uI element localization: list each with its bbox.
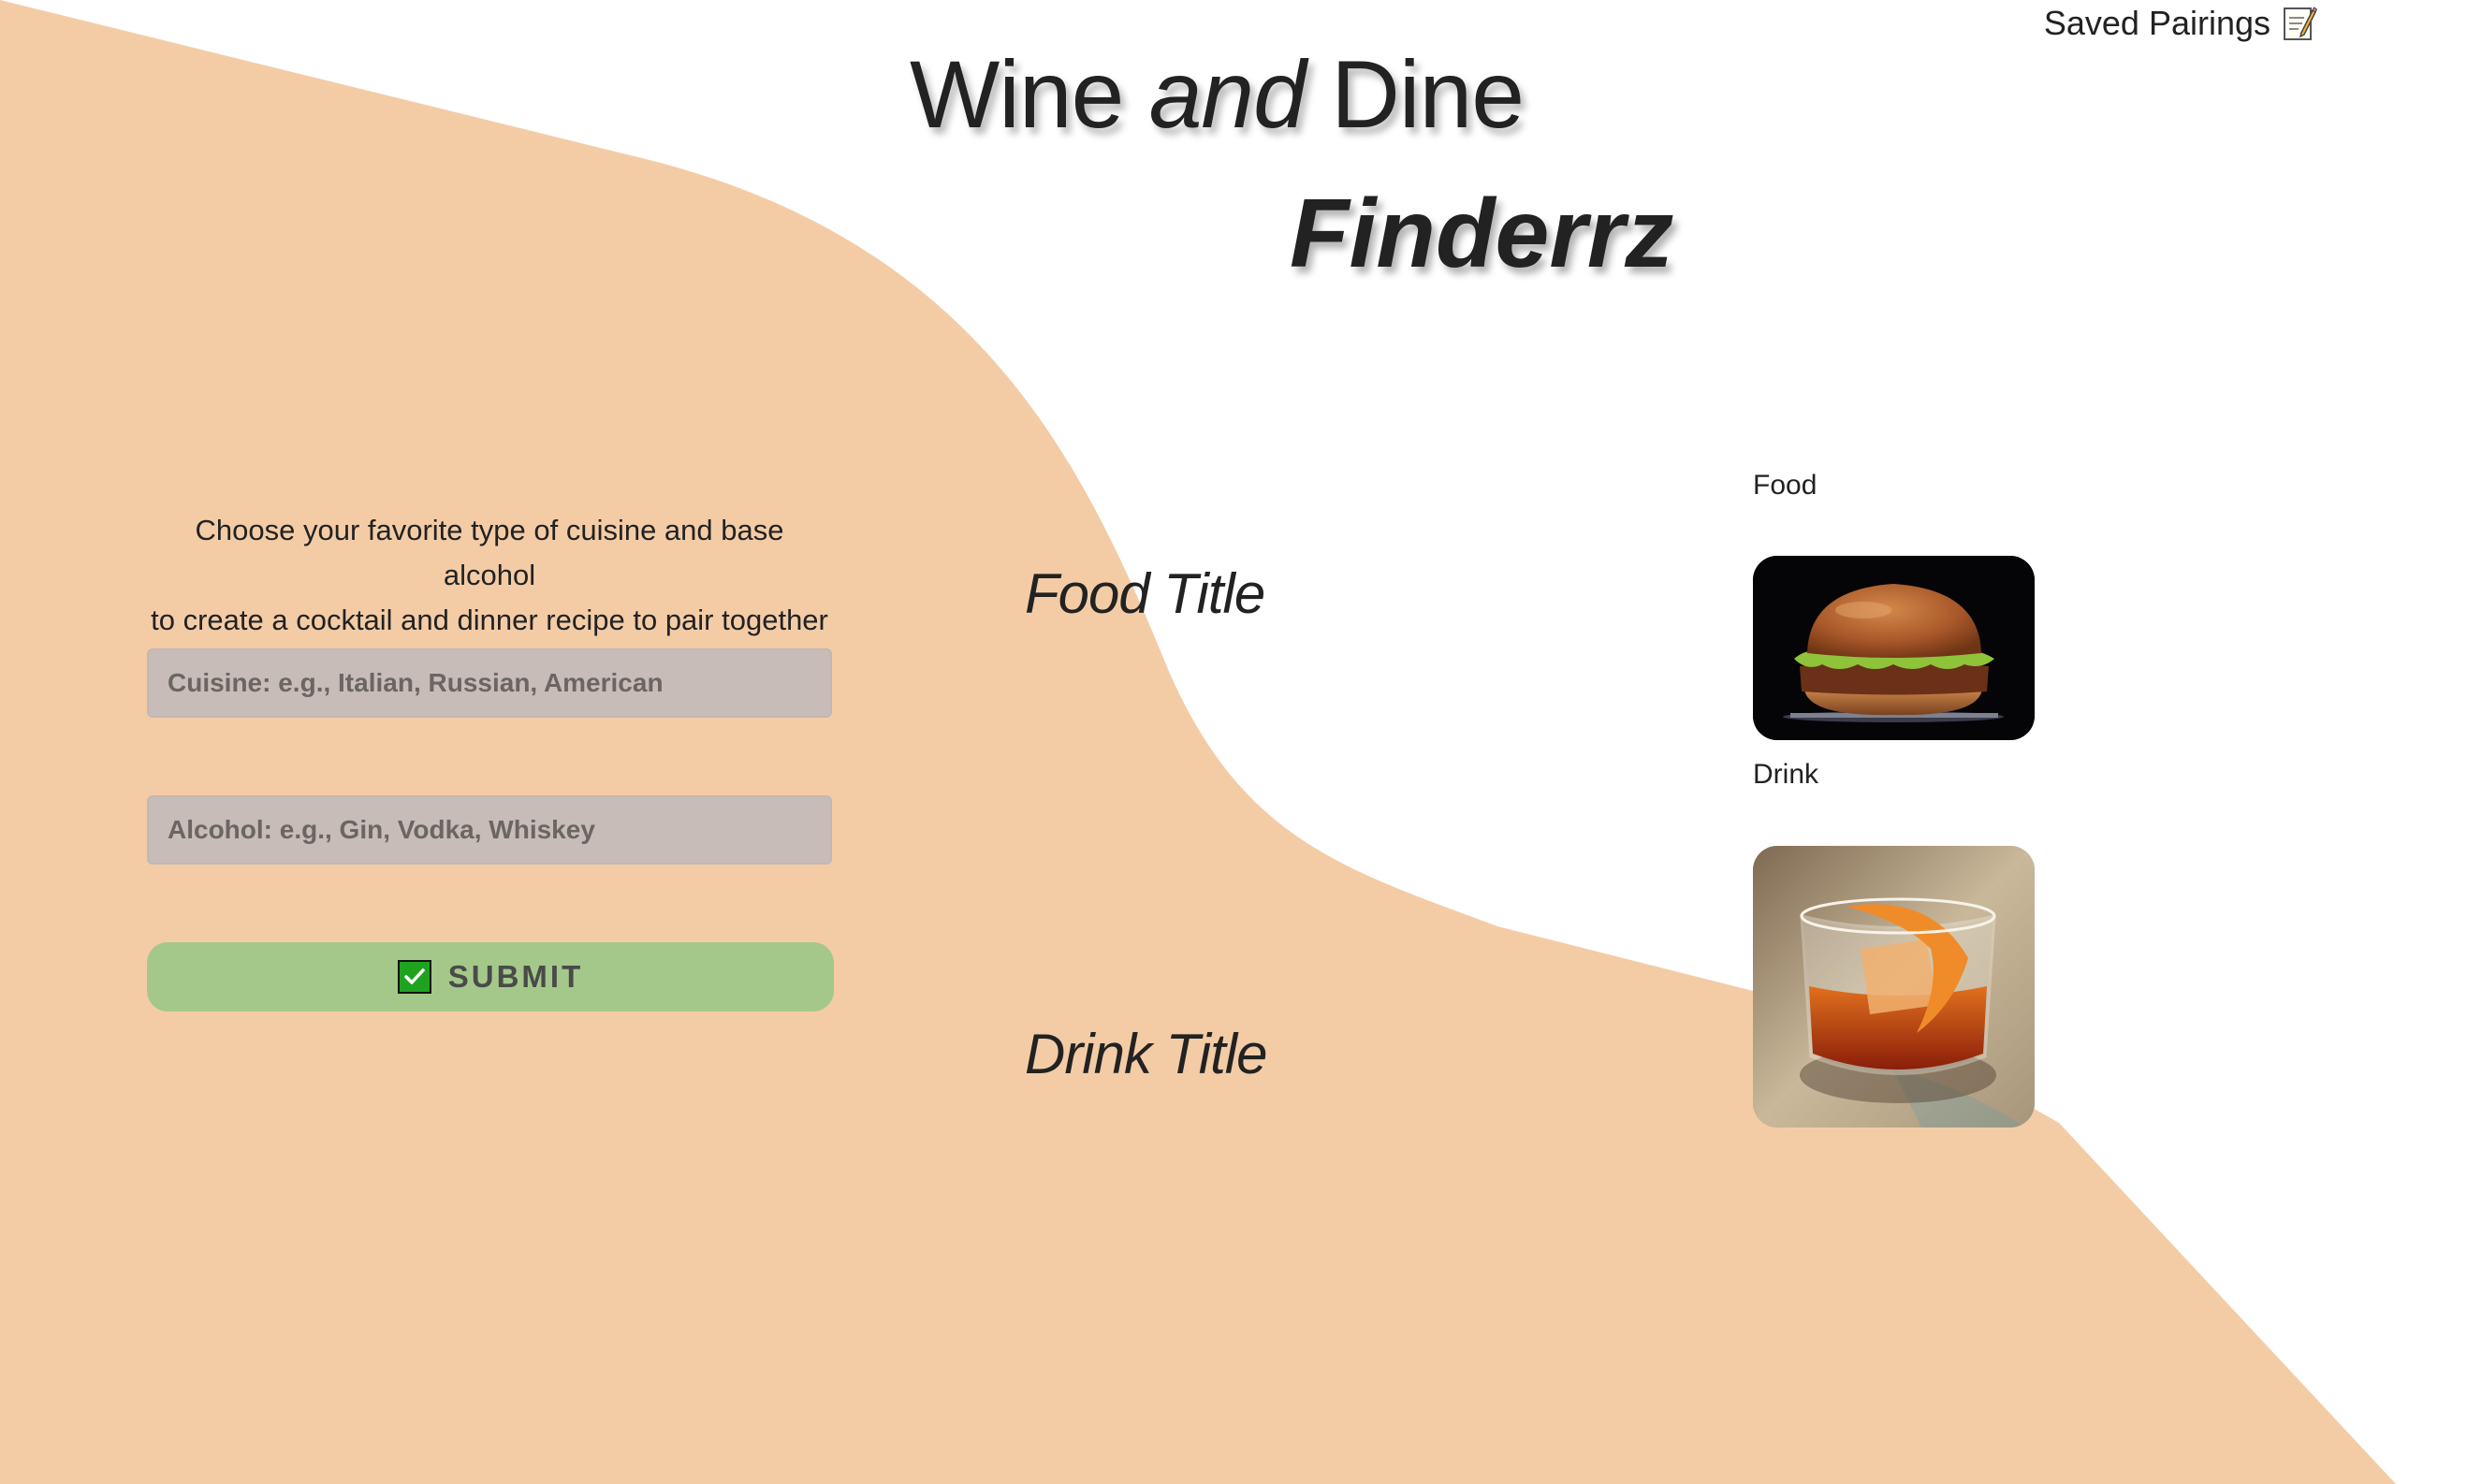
memo-icon (2282, 5, 2318, 42)
drink-label: Drink (1753, 759, 1819, 790)
alcohol-input[interactable] (147, 795, 832, 865)
app-subtitle: Finderrz (1290, 180, 1674, 288)
submit-button[interactable]: SUBMIT (147, 942, 834, 1011)
background-shape (0, 0, 2396, 1484)
title-word-and: and (1148, 41, 1306, 148)
intro-text: Choose your favorite type of cuisine and… (147, 508, 832, 643)
title-word-dine: Dine (1331, 41, 1525, 148)
saved-pairings-link[interactable]: Saved Pairings (2043, 4, 2318, 43)
burger-image (1753, 556, 2035, 740)
food-title: Food Title (1025, 562, 1265, 625)
intro-line-2: to create a cocktail and dinner recipe t… (151, 604, 828, 636)
title-word-wine: Wine (909, 41, 1124, 148)
intro-line-1: Choose your favorite type of cuisine and… (195, 514, 784, 591)
saved-pairings-label: Saved Pairings (2043, 4, 2270, 42)
cuisine-input[interactable] (147, 648, 832, 718)
app-title: Wine and Dine (0, 47, 2450, 142)
check-box-icon (397, 960, 431, 994)
page: Saved Pairings Wine and Dine Finderrz Ch… (0, 0, 2467, 1484)
food-label: Food (1753, 470, 1817, 501)
submit-label: SUBMIT (447, 959, 584, 994)
drink-title: Drink Title (1025, 1023, 1268, 1085)
cocktail-image (1753, 846, 2035, 1128)
